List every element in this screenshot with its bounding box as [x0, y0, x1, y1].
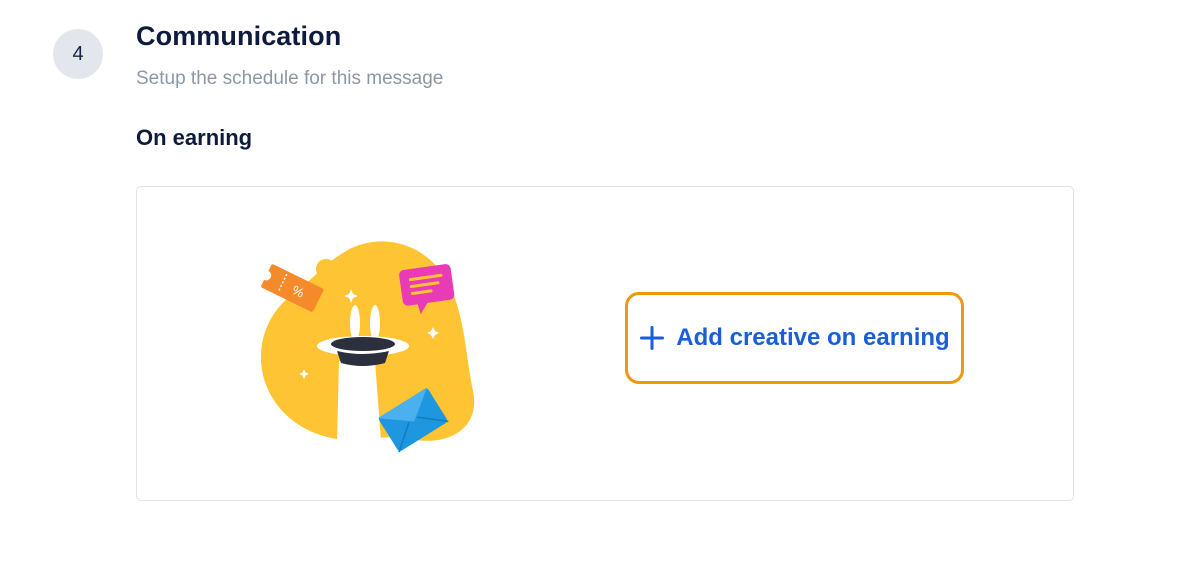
- section-title-on-earning: On earning: [136, 125, 253, 150]
- add-creative-button[interactable]: Add creative on earning: [625, 292, 964, 384]
- creative-card: % Add creative on earning: [136, 186, 1074, 501]
- magic-hat-illustration: %: [260, 241, 475, 453]
- add-creative-label: Add creative on earning: [676, 324, 950, 351]
- step-number-badge: 4: [53, 29, 103, 79]
- page-title: Communication: [136, 21, 342, 51]
- step-number: 4: [72, 42, 84, 65]
- page-subtitle: Setup the schedule for this message: [136, 68, 444, 89]
- plus-icon: [640, 326, 665, 350]
